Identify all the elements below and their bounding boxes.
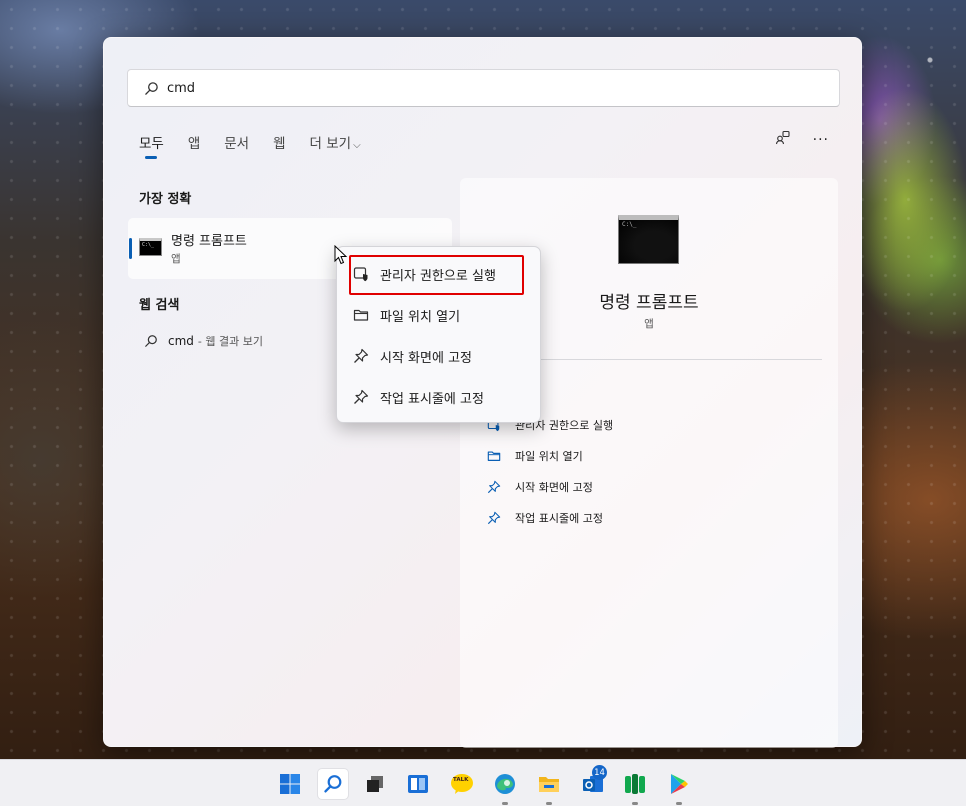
preview-action-label: 파일 위치 열기 bbox=[515, 449, 583, 463]
context-menu-pin-to-start[interactable]: 시작 화면에 고정 bbox=[337, 338, 542, 374]
widgets-icon[interactable] bbox=[405, 771, 431, 797]
command-prompt-icon: C:\_ bbox=[139, 238, 162, 256]
outlook-icon[interactable]: 14 bbox=[580, 765, 607, 797]
context-menu-pin-to-taskbar[interactable]: 작업 표시줄에 고정 bbox=[337, 379, 542, 415]
tab-documents[interactable]: 문서 bbox=[224, 132, 249, 152]
command-prompt-icon: C:\_ bbox=[618, 215, 679, 264]
edge-icon[interactable] bbox=[492, 771, 518, 805]
running-indicator bbox=[632, 802, 638, 805]
tab-more[interactable]: 더 보기 ⌵ bbox=[310, 132, 361, 152]
context-menu-label: 작업 표시줄에 고정 bbox=[380, 391, 484, 407]
running-indicator bbox=[502, 802, 508, 805]
search-query-text: cmd bbox=[167, 80, 196, 96]
folder-icon bbox=[353, 309, 369, 321]
tab-apps[interactable]: 앱 bbox=[188, 132, 200, 152]
share-icon[interactable] bbox=[775, 130, 791, 150]
shield-icon bbox=[353, 267, 368, 282]
pin-icon bbox=[487, 480, 501, 493]
best-match-heading: 가장 정확 bbox=[139, 192, 192, 207]
context-menu: 관리자 권한으로 실행 파일 위치 열기 시작 화면에 고정 작업 표시줄에 고… bbox=[336, 246, 541, 423]
preview-action-open-file-location[interactable]: 파일 위치 열기 bbox=[487, 440, 613, 471]
context-menu-label: 관리자 권한으로 실행 bbox=[380, 268, 496, 284]
preview-action-pin-to-taskbar[interactable]: 작업 표시줄에 고정 bbox=[487, 502, 613, 533]
pin-icon bbox=[354, 348, 369, 363]
chevron-down-icon: ⌵ bbox=[353, 140, 361, 151]
web-search-suffix: - 웹 결과 보기 bbox=[197, 335, 263, 348]
pin-icon bbox=[487, 511, 501, 524]
header-actions: ··· bbox=[775, 130, 829, 150]
search-icon bbox=[145, 335, 157, 347]
tab-all[interactable]: 모두 bbox=[139, 132, 164, 159]
task-view-icon[interactable] bbox=[362, 771, 388, 797]
kakaotalk-icon[interactable]: TALK bbox=[449, 771, 475, 797]
line-icon[interactable] bbox=[622, 771, 648, 805]
notification-badge: 14 bbox=[592, 765, 607, 780]
web-search-result[interactable]: cmd - 웹 결과 보기 bbox=[144, 333, 263, 349]
context-menu-run-as-admin[interactable]: 관리자 권한으로 실행 bbox=[337, 256, 542, 292]
play-store-icon[interactable] bbox=[666, 771, 692, 805]
context-menu-open-file-location[interactable]: 파일 위치 열기 bbox=[337, 297, 542, 333]
kakaotalk-label: TALK bbox=[453, 777, 469, 783]
mouse-cursor-icon bbox=[334, 245, 348, 265]
search-tabs: 모두 앱 문서 웹 더 보기 ⌵ bbox=[139, 132, 385, 159]
preview-actions: 관리자 권한으로 실행 파일 위치 열기 시작 화면에 고정 작업 표시줄에 고… bbox=[487, 409, 613, 533]
context-menu-label: 파일 위치 열기 bbox=[380, 309, 461, 325]
tab-more-label: 더 보기 bbox=[309, 136, 352, 152]
file-explorer-icon[interactable] bbox=[536, 771, 562, 805]
command-prompt-icon-glyph: C:\_ bbox=[622, 221, 637, 228]
search-icon bbox=[324, 775, 342, 793]
preview-action-label: 시작 화면에 고정 bbox=[515, 480, 593, 494]
web-search-heading: 웹 검색 bbox=[139, 298, 180, 313]
more-options-button[interactable]: ··· bbox=[813, 132, 829, 148]
command-prompt-icon-glyph: C:\_ bbox=[142, 242, 155, 248]
running-indicator bbox=[546, 802, 552, 805]
web-search-query: cmd bbox=[168, 334, 194, 348]
preview-action-pin-to-start[interactable]: 시작 화면에 고정 bbox=[487, 471, 613, 502]
search-input[interactable]: cmd bbox=[127, 69, 840, 107]
best-match-subtitle: 앱 bbox=[171, 253, 181, 265]
taskbar-search-button[interactable] bbox=[318, 769, 348, 799]
best-match-title: 명령 프롬프트 bbox=[171, 234, 247, 249]
taskbar: TALK 14 bbox=[0, 759, 966, 806]
search-icon bbox=[145, 81, 158, 95]
preview-action-label: 작업 표시줄에 고정 bbox=[515, 511, 603, 525]
tab-web[interactable]: 웹 bbox=[273, 132, 285, 152]
selection-indicator bbox=[129, 238, 132, 259]
running-indicator bbox=[676, 802, 682, 805]
pin-icon bbox=[354, 389, 369, 404]
start-icon[interactable] bbox=[277, 771, 303, 797]
context-menu-label: 시작 화면에 고정 bbox=[380, 350, 472, 366]
folder-icon bbox=[487, 450, 501, 461]
